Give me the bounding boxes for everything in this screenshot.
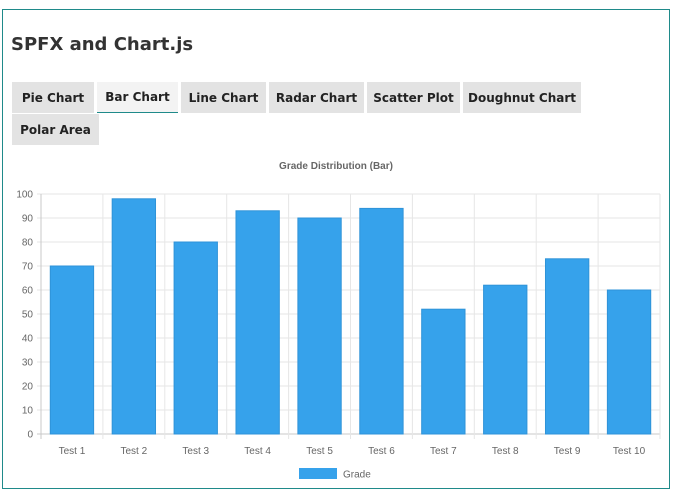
- bar: [421, 308, 466, 435]
- bar: [173, 241, 218, 435]
- y-tick-label: 60: [22, 286, 34, 297]
- page-title: SPFX and Chart.js: [11, 34, 194, 55]
- y-tick-label: 70: [22, 262, 34, 273]
- tab-doughnut-chart[interactable]: Doughnut Chart: [463, 82, 581, 113]
- webpart-frame: SPFX and Chart.js Pie Chart Bar Chart Li…: [2, 9, 670, 489]
- bar: [544, 258, 590, 435]
- x-axis: Test 1 Test 2 Test 3 Test 4 Test 5 Test 6 Test…: [59, 446, 646, 457]
- tab-scatter-plot[interactable]: Scatter Plot: [367, 82, 460, 113]
- x-tick-label: Test 5: [306, 446, 333, 457]
- x-tick-label: Test 8: [492, 446, 519, 457]
- x-tick-label: Test 4: [244, 446, 271, 457]
- y-tick-label: 30: [22, 358, 34, 369]
- chart-tab-bar: Pie Chart Bar Chart Line Chart Radar Cha…: [12, 82, 668, 146]
- y-tick-label: 10: [22, 406, 34, 417]
- y-tick-label: 0: [27, 430, 33, 441]
- tab-bar-chart[interactable]: Bar Chart: [97, 82, 178, 113]
- x-tick-label: Test 2: [121, 446, 148, 457]
- legend-label-grade: Grade: [343, 470, 371, 481]
- tab-pie-chart[interactable]: Pie Chart: [12, 82, 94, 113]
- x-tick-label: Test 9: [554, 446, 581, 457]
- bar: [49, 265, 95, 435]
- y-axis: 0 10 20 30 40 50 60 70 80 90 100: [16, 190, 33, 441]
- bar: [606, 289, 652, 435]
- legend-swatch-grade: [299, 468, 337, 479]
- y-tick-label: 50: [22, 310, 34, 321]
- chart-title: Grade Distribution (Bar): [279, 161, 393, 172]
- y-tick-label: 100: [16, 190, 33, 201]
- tab-polar-area[interactable]: Polar Area: [12, 114, 99, 145]
- bar: [359, 207, 404, 435]
- y-tick-label: 90: [22, 214, 34, 225]
- x-tick-label: Test 6: [368, 446, 395, 457]
- bar-chart: Grade Distribution (Bar) 0 10 20 30 40 50 60 70…: [16, 161, 661, 481]
- x-tick-label: Test 1: [59, 446, 86, 457]
- chart-legend[interactable]: Grade: [299, 468, 371, 481]
- x-tick-label: Test 3: [182, 446, 209, 457]
- tab-line-chart[interactable]: Line Chart: [181, 82, 266, 113]
- tab-radar-chart[interactable]: Radar Chart: [269, 82, 364, 113]
- x-tick-label: Test 7: [430, 446, 457, 457]
- y-tick-label: 40: [22, 334, 34, 345]
- bar: [111, 198, 157, 435]
- x-tick-label: Test 10: [613, 446, 646, 457]
- y-tick-label: 80: [22, 238, 34, 249]
- bar: [235, 210, 280, 435]
- bar: [483, 284, 528, 435]
- y-tick-label: 20: [22, 382, 34, 393]
- bar: [297, 217, 342, 435]
